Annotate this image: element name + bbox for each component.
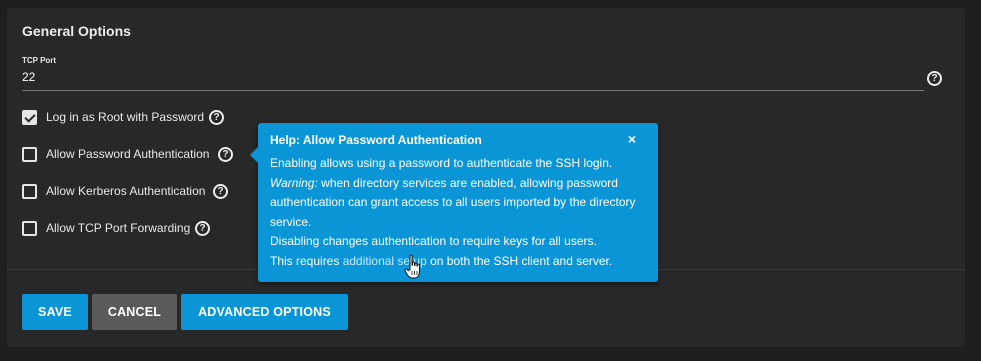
save-button[interactable]: SAVE xyxy=(22,294,88,330)
tcp-port-input[interactable] xyxy=(22,70,908,84)
tooltip-line-requires-post: on both the SSH client and server. xyxy=(426,253,613,268)
tcp-port-help-icon[interactable]: ? xyxy=(927,71,942,86)
hand-pointer-icon xyxy=(404,254,420,279)
tcp-forwarding-help-icon[interactable]: ? xyxy=(195,221,210,236)
tcp-forwarding-checkbox[interactable] xyxy=(22,221,37,236)
root-login-checkbox[interactable] xyxy=(22,110,37,125)
password-auth-help-icon[interactable]: ? xyxy=(218,147,233,162)
tooltip-line-enabling: Enabling allows using a password to auth… xyxy=(270,156,613,170)
tcp-port-label: TCP Port xyxy=(22,56,57,65)
advanced-options-button[interactable]: ADVANCED OPTIONS xyxy=(181,294,348,330)
tcp-forwarding-label[interactable]: Allow TCP Port Forwarding xyxy=(46,221,190,236)
tooltip-warning-label: Warning: xyxy=(270,175,318,190)
tooltip-warning-text: when directory services are enabled, all… xyxy=(270,175,636,229)
tooltip-line-requires-pre: This requires xyxy=(270,253,343,268)
cancel-button[interactable]: CANCEL xyxy=(92,294,177,330)
password-auth-label[interactable]: Allow Password Authentication xyxy=(46,147,209,162)
tcp-port-underline xyxy=(22,90,924,91)
close-icon[interactable]: × xyxy=(624,131,640,147)
tooltip-line-disabling: Disabling changes authentication to requ… xyxy=(270,234,597,249)
kerberos-auth-label[interactable]: Allow Kerberos Authentication xyxy=(46,184,205,199)
tooltip-title: Help: Allow Password Authentication xyxy=(270,133,482,147)
root-login-label[interactable]: Log in as Root with Password xyxy=(46,110,204,125)
password-auth-checkbox[interactable] xyxy=(22,147,37,162)
root-login-help-icon[interactable]: ? xyxy=(209,110,224,125)
help-tooltip: Help: Allow Password Authentication × En… xyxy=(250,123,658,282)
kerberos-auth-checkbox[interactable] xyxy=(22,184,37,199)
tooltip-arrow xyxy=(250,147,258,163)
tooltip-body: Enabling allows using a password to auth… xyxy=(270,154,654,272)
section-title: General Options xyxy=(22,23,131,39)
kerberos-auth-help-icon[interactable]: ? xyxy=(213,184,228,199)
